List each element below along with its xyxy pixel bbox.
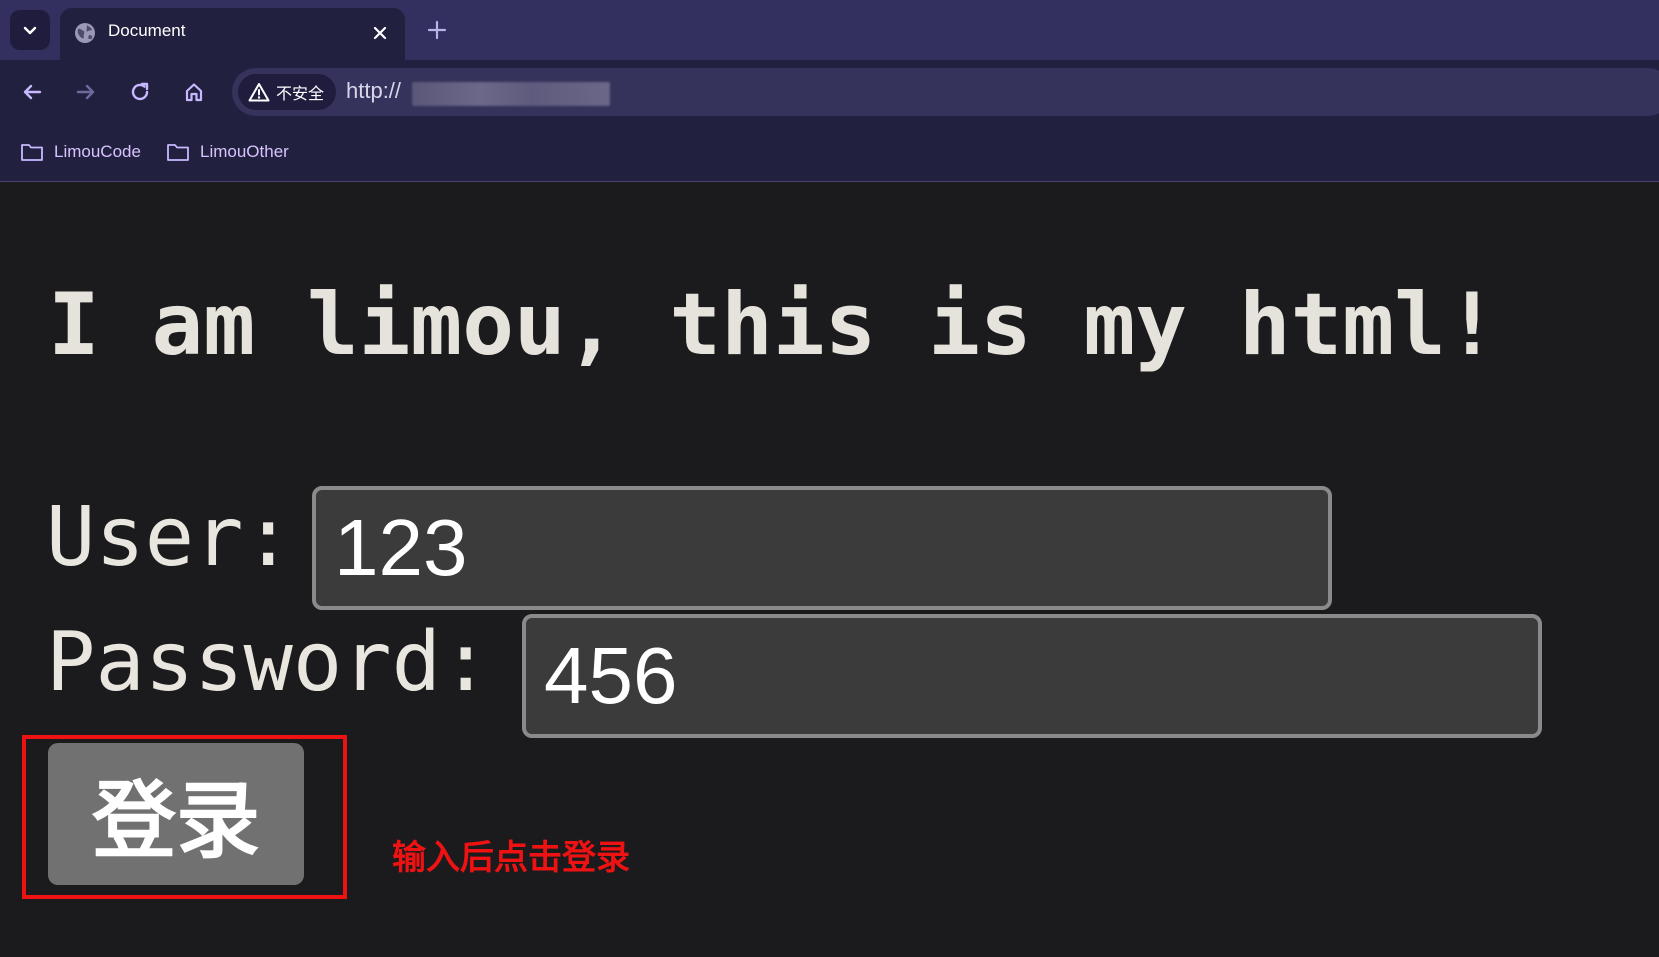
reload-button[interactable] bbox=[120, 72, 160, 112]
home-icon bbox=[185, 83, 203, 102]
toolbar: 不安全 http:// bbox=[0, 60, 1659, 124]
plus-icon bbox=[427, 20, 447, 40]
url-text[interactable]: http:// bbox=[346, 78, 401, 104]
folder-icon bbox=[167, 144, 189, 161]
tab-document[interactable]: Document bbox=[60, 8, 405, 60]
back-button[interactable] bbox=[12, 72, 52, 112]
bookmark-limoucode[interactable]: LimouCode bbox=[20, 137, 141, 167]
back-arrow-icon bbox=[23, 84, 42, 100]
annotation-text: 输入后点击登录 bbox=[392, 838, 630, 878]
close-tab-button[interactable] bbox=[365, 18, 395, 48]
warning-icon bbox=[248, 83, 270, 102]
bookmark-limouother[interactable]: LimouOther bbox=[166, 137, 289, 167]
new-tab-button[interactable] bbox=[420, 13, 454, 47]
folder-icon bbox=[21, 144, 43, 161]
security-indicator[interactable]: 不安全 bbox=[238, 74, 337, 110]
bookmark-label: LimouOther bbox=[200, 142, 289, 161]
close-icon bbox=[373, 26, 387, 40]
bookmarks-bar: LimouCode LimouOther bbox=[0, 124, 1659, 182]
url-redacted-area bbox=[412, 82, 610, 106]
page-heading: I am limou, this is my html! bbox=[48, 275, 1498, 375]
address-bar[interactable]: 不安全 http:// bbox=[232, 68, 1659, 116]
user-input[interactable] bbox=[312, 486, 1332, 610]
forward-button[interactable] bbox=[66, 72, 106, 112]
globe-icon bbox=[75, 23, 95, 43]
page-content: I am limou, this is my html! User: Passw… bbox=[0, 182, 1659, 957]
tab-strip: Document bbox=[0, 0, 1659, 60]
password-label: Password: bbox=[46, 615, 491, 710]
home-button[interactable] bbox=[174, 72, 214, 112]
browser-window: Document 不安全 http:// LimouCode LimouOthe… bbox=[0, 0, 1659, 957]
bookmark-label: LimouCode bbox=[54, 142, 141, 161]
tab-title: Document bbox=[108, 21, 186, 40]
forward-arrow-icon bbox=[76, 84, 95, 100]
password-input[interactable] bbox=[522, 614, 1542, 738]
chevron-down-icon bbox=[23, 26, 37, 35]
tab-list-button[interactable] bbox=[10, 10, 50, 50]
security-label: 不安全 bbox=[276, 86, 325, 103]
user-label: User: bbox=[46, 490, 293, 585]
login-button[interactable]: 登录 bbox=[48, 743, 304, 885]
reload-icon bbox=[131, 82, 149, 101]
